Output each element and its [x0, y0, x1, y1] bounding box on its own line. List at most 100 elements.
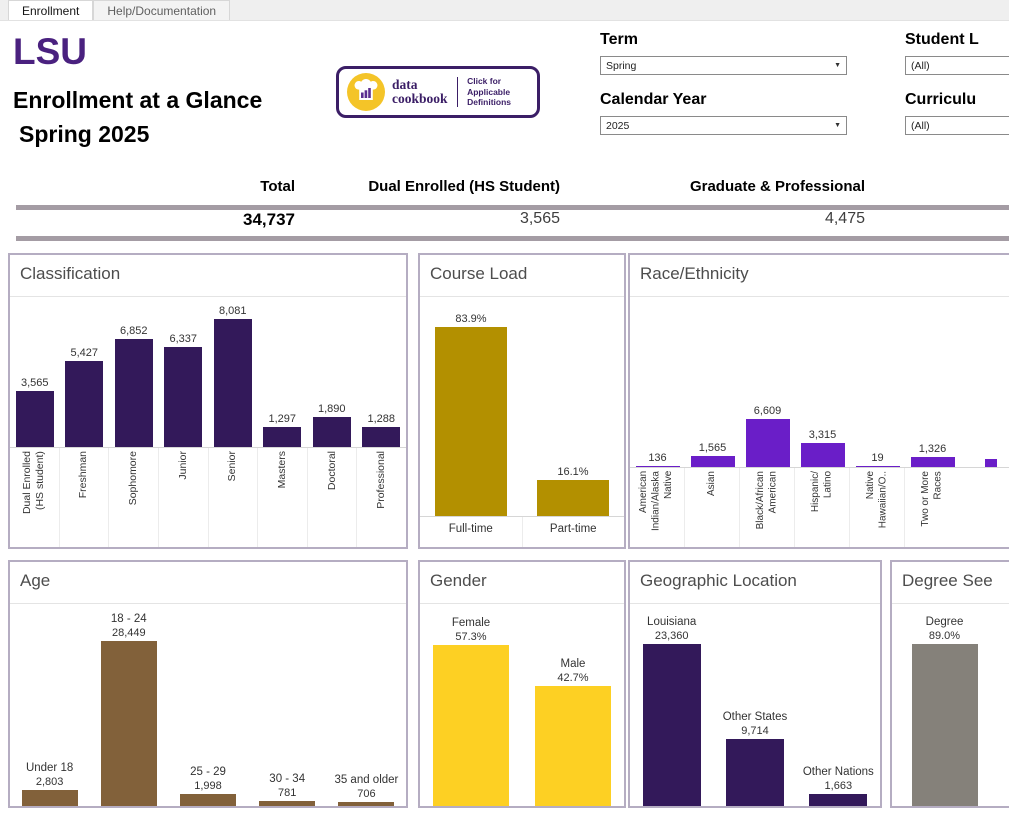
classification-bar-8[interactable]: [362, 427, 400, 447]
student-level-dropdown-value: (All): [911, 60, 930, 72]
age-bar-1[interactable]: [22, 790, 78, 806]
bar-value-label: 136: [648, 452, 666, 464]
age-bar-cell: 18 - 2428,449: [89, 612, 168, 806]
bar-category-label: Two or More Races: [905, 468, 960, 547]
bar-category-label: Masters: [258, 448, 308, 547]
bar-category-label: Professional: [357, 448, 406, 547]
bar-category-label: 18 - 24: [111, 612, 147, 627]
curriculum-dropdown[interactable]: (All) ▼: [905, 116, 1009, 135]
classification-plot: 3,5655,4276,8526,3378,0811,2971,8901,288: [10, 297, 406, 447]
age-chart: Under 182,80318 - 2428,44925 - 291,99830…: [10, 604, 406, 806]
bar-category-label: Degree: [926, 615, 964, 630]
divider-band: [16, 205, 1009, 210]
bar-category-label: 30 - 34: [269, 772, 305, 787]
classification-bar-3[interactable]: [115, 339, 153, 447]
degree-seeking-bar-1[interactable]: [912, 644, 978, 806]
divider-band: [16, 236, 1009, 241]
gender-plot: Female57.3%Male42.7%: [420, 604, 624, 806]
age-bar-2[interactable]: [101, 641, 157, 806]
sheet-tab-bar: Enrollment Help/Documentation: [0, 0, 1009, 21]
classification-bar-5[interactable]: [214, 319, 252, 447]
degree-seeking-bar-cell: Degree89.0%: [892, 615, 997, 806]
summary-value-total: 34,737: [95, 210, 295, 230]
classification-bar-7[interactable]: [313, 417, 351, 447]
classification-bar-1[interactable]: [16, 391, 54, 447]
classification-bar-cell: 8,081: [208, 305, 258, 447]
bar-category-label: Male: [561, 657, 586, 672]
race-ethnicity-bar-1[interactable]: [636, 466, 680, 467]
gender-bar-cell: Female57.3%: [420, 616, 522, 806]
race-ethnicity-bar-cell: 136: [630, 452, 685, 467]
race-ethnicity-bar-cell: 6,609: [740, 405, 795, 467]
gender-bar-1[interactable]: [433, 645, 509, 806]
bar-value-label: 1,998: [194, 780, 222, 792]
bar-value-label: 5,427: [70, 347, 98, 359]
panel-race-ethnicity: Race/Ethnicity 1361,5656,6093,315191,326…: [628, 253, 1009, 549]
bar-category-label: Under 18: [26, 761, 73, 776]
calendar-year-dropdown-value: 2025: [606, 120, 629, 132]
tab-help-documentation[interactable]: Help/Documentation: [93, 0, 230, 20]
summary-value-dual-enrolled: 3,565: [345, 210, 560, 228]
bar-category-label: Part-time: [523, 517, 625, 547]
age-bar-cell: 35 and older706: [327, 773, 406, 806]
panel-title-classification: Classification: [10, 255, 406, 297]
bar-value-label: 9,714: [741, 725, 769, 737]
geographic-location-bar-3[interactable]: [809, 794, 867, 806]
calendar-year-dropdown[interactable]: 2025 ▼: [600, 116, 847, 135]
geographic-location-bar-1[interactable]: [643, 644, 701, 806]
race-ethnicity-plot: 1361,5656,6093,315191,326: [630, 297, 1009, 467]
panel-age: Age Under 182,80318 - 2428,44925 - 291,9…: [8, 560, 408, 808]
age-bar-cell: 25 - 291,998: [168, 765, 247, 806]
panel-degree-seeking: Degree See Degree89.0%: [890, 560, 1009, 808]
race-ethnicity-bar-6[interactable]: [911, 457, 955, 467]
summary-value-grad-professional: 4,475: [650, 210, 865, 228]
race-ethnicity-bar-2[interactable]: [691, 456, 735, 467]
bar-category-label: Doctoral: [308, 448, 358, 547]
gender-bar-2[interactable]: [535, 686, 611, 806]
summary-column-grad-professional: Graduate & Professional 4,475: [650, 178, 865, 228]
dashboard: Enrollment Help/Documentation LSU Enroll…: [0, 0, 1009, 828]
course-load-bar-2[interactable]: [537, 480, 609, 516]
chef-hat-icon: [354, 79, 378, 105]
data-cookbook-link[interactable]: data cookbook Click for Applicable Defin…: [336, 66, 540, 118]
course-load-bar-1[interactable]: [435, 327, 507, 516]
race-ethnicity-bar-partial[interactable]: [985, 459, 997, 467]
bar-category-label: 25 - 29: [190, 765, 226, 780]
classification-bar-cell: 3,565: [10, 377, 60, 447]
race-ethnicity-bar-4[interactable]: [801, 443, 845, 467]
lsu-logo: LSU: [13, 33, 87, 70]
bar-value-label: 57.3%: [455, 631, 486, 643]
summary-header: Graduate & Professional: [650, 178, 865, 195]
student-level-dropdown[interactable]: (All) ▼: [905, 56, 1009, 75]
bar-value-label: 1,288: [367, 413, 395, 425]
bar-category-label: Louisiana: [647, 615, 696, 630]
gender-chart: Female57.3%Male42.7%: [420, 604, 624, 806]
bar-value-label: 6,609: [754, 405, 782, 417]
classification-bar-4[interactable]: [164, 347, 202, 447]
race-ethnicity-bar-3[interactable]: [746, 419, 790, 467]
term-dropdown[interactable]: Spring ▼: [600, 56, 847, 75]
geographic-location-bar-cell: Other Nations1,663: [797, 765, 880, 806]
bar-value-label: 1,663: [825, 780, 853, 792]
data-cookbook-logo-icon: [347, 73, 385, 111]
classification-bar-6[interactable]: [263, 427, 301, 447]
geographic-location-bar-cell: Other States9,714: [713, 710, 796, 806]
degree-seeking-plot: Degree89.0%: [892, 604, 1009, 806]
bar-category-label: Dual Enrolled (HS student): [10, 448, 60, 547]
classification-bar-cell: 1,890: [307, 403, 357, 447]
geographic-location-bar-2[interactable]: [726, 739, 784, 806]
bar-value-label: 1,297: [268, 413, 296, 425]
geographic-location-plot: Louisiana23,360Other States9,714Other Na…: [630, 604, 880, 806]
age-bar-cell: 30 - 34781: [248, 772, 327, 806]
bar-value-label: 8,081: [219, 305, 247, 317]
race-ethnicity-bar-5[interactable]: [856, 466, 900, 467]
age-bar-4[interactable]: [259, 801, 315, 806]
filter-student-level: Student L (All) ▼: [905, 31, 1009, 75]
age-bar-5[interactable]: [338, 802, 394, 806]
classification-bar-2[interactable]: [65, 361, 103, 447]
panel-title-course-load: Course Load: [420, 255, 624, 297]
divider: [457, 77, 459, 107]
age-bar-3[interactable]: [180, 794, 236, 806]
tab-enrollment[interactable]: Enrollment: [8, 0, 93, 20]
bar-value-label: 16.1%: [557, 466, 588, 478]
